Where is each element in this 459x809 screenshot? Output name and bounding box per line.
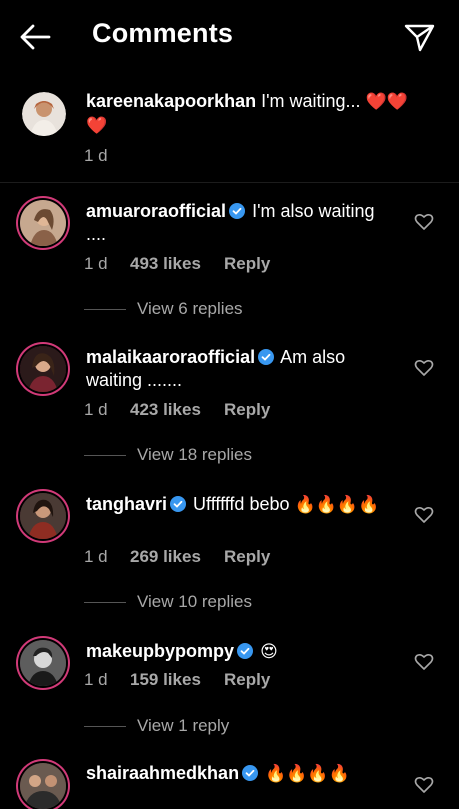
view-replies-link[interactable]: View 10 replies bbox=[84, 592, 252, 612]
header-bar: Comments bbox=[0, 0, 459, 76]
avatar[interactable] bbox=[20, 640, 66, 686]
comment-emoji: 🔥🔥🔥🔥 bbox=[294, 495, 380, 515]
comment-meta: 1 d 423 likes Reply bbox=[84, 400, 270, 420]
reply-button[interactable]: Reply bbox=[224, 254, 270, 274]
divider-line bbox=[84, 454, 126, 456]
view-replies-link[interactable]: View 6 replies bbox=[84, 299, 243, 319]
divider-line bbox=[84, 601, 126, 603]
comment-time: 1 d bbox=[84, 254, 108, 273]
comment-likes[interactable]: 423 likes bbox=[130, 400, 224, 420]
heart-outline-icon[interactable] bbox=[414, 359, 434, 377]
heart-outline-icon[interactable] bbox=[414, 653, 434, 671]
page-title: Comments bbox=[92, 18, 234, 48]
verified-badge-icon bbox=[258, 348, 275, 365]
comment-meta: 1 d 159 likes Reply bbox=[84, 670, 270, 690]
verified-badge-icon bbox=[229, 202, 246, 219]
heart-outline-icon[interactable] bbox=[414, 506, 434, 524]
comment-likes[interactable]: 269 likes bbox=[130, 547, 224, 567]
avatar[interactable] bbox=[20, 493, 66, 539]
view-replies-label[interactable]: View 6 replies bbox=[137, 299, 243, 319]
avatar[interactable] bbox=[20, 763, 66, 809]
caption-meta: 1 d bbox=[84, 146, 130, 166]
divider-line bbox=[84, 725, 126, 727]
comment-username[interactable]: shairaahmedkhan bbox=[86, 763, 239, 783]
comment-username[interactable]: tanghavri bbox=[86, 494, 167, 514]
caption-text: kareenakapoorkhan I'm waiting... ❤️❤️❤️ bbox=[86, 90, 419, 138]
divider-line bbox=[84, 308, 126, 310]
comment-username[interactable]: makeupbypompy bbox=[86, 641, 234, 661]
comment-text: tanghavri Uffffffd bebo 🔥🔥🔥🔥 bbox=[86, 493, 399, 517]
comment-likes[interactable]: 493 likes bbox=[130, 254, 224, 274]
comment-username[interactable]: amuaroraofficial bbox=[86, 201, 226, 221]
comment-time: 1 d bbox=[84, 547, 108, 566]
comment-text: makeupbypompy 😍 bbox=[86, 640, 399, 664]
comment-time: 1 d bbox=[84, 400, 108, 419]
comment-text: shairaahmedkhan 🔥🔥🔥🔥 bbox=[86, 762, 399, 786]
comment-emoji: 😍 bbox=[260, 642, 278, 662]
back-arrow-icon[interactable] bbox=[18, 22, 52, 52]
reply-button[interactable]: Reply bbox=[224, 400, 270, 420]
comment-username[interactable]: malaikaaroraofficial bbox=[86, 347, 255, 367]
caption-username[interactable]: kareenakapoorkhan bbox=[86, 91, 256, 111]
caption-body: I'm waiting... bbox=[261, 91, 361, 111]
heart-outline-icon[interactable] bbox=[414, 213, 434, 231]
comment-time: 1 d bbox=[84, 670, 108, 689]
caption-time: 1 d bbox=[84, 146, 108, 165]
verified-badge-icon bbox=[242, 764, 259, 781]
comment-text: amuaroraofficial I'm also waiting .... bbox=[86, 200, 399, 246]
view-replies-link[interactable]: View 18 replies bbox=[84, 445, 252, 465]
avatar[interactable] bbox=[20, 200, 66, 246]
comment-text: malaikaaroraofficial Am also waiting ...… bbox=[86, 346, 399, 392]
heart-outline-icon[interactable] bbox=[414, 776, 434, 794]
view-replies-label[interactable]: View 18 replies bbox=[137, 445, 252, 465]
avatar[interactable] bbox=[20, 346, 66, 392]
view-replies-link[interactable]: View 1 reply bbox=[84, 716, 229, 736]
reply-button[interactable]: Reply bbox=[224, 547, 270, 567]
view-replies-label[interactable]: View 10 replies bbox=[137, 592, 252, 612]
comment-body: Uffffffd bebo bbox=[193, 494, 290, 514]
verified-badge-icon bbox=[237, 642, 254, 659]
reply-button[interactable]: Reply bbox=[224, 670, 270, 690]
comment-emoji: 🔥🔥🔥🔥 bbox=[265, 764, 350, 784]
verified-badge-icon bbox=[170, 495, 187, 512]
caption-block: kareenakapoorkhan I'm waiting... ❤️❤️❤️ … bbox=[0, 78, 459, 183]
send-icon[interactable] bbox=[402, 22, 436, 52]
comment-meta: 1 d 493 likes Reply bbox=[84, 254, 270, 274]
view-replies-label[interactable]: View 1 reply bbox=[137, 716, 229, 736]
comment-likes[interactable]: 159 likes bbox=[130, 670, 224, 690]
avatar[interactable] bbox=[22, 92, 66, 136]
comment-meta: 1 d 269 likes Reply bbox=[84, 547, 270, 567]
